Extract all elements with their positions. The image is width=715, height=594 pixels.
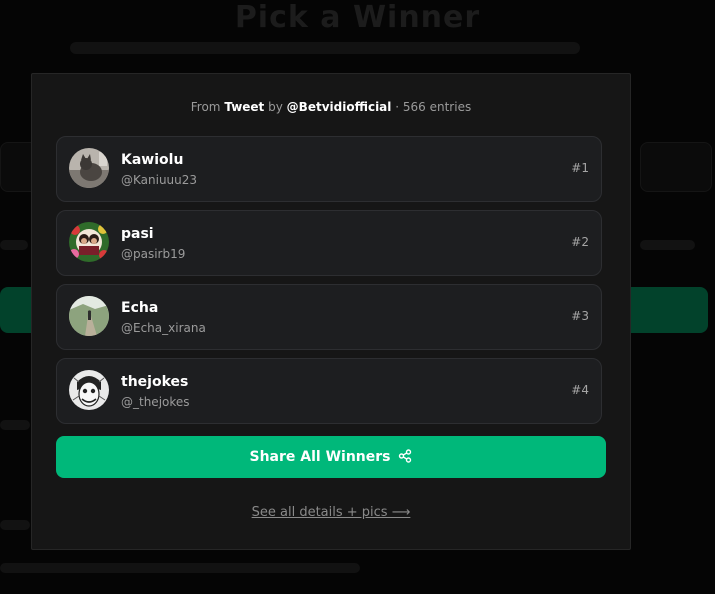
source-line: From Tweet by @Betvidiofficial · 566 ent…: [32, 100, 630, 114]
winner-rank: #1: [571, 161, 589, 175]
winner-rank: #3: [571, 309, 589, 323]
source-prefix: From: [190, 100, 221, 114]
winner-card[interactable]: thejokes @_thejokes #4: [56, 358, 602, 424]
background-line: [0, 420, 30, 430]
winner-card[interactable]: Kawiolu @Kaniuuu23 #1: [56, 136, 602, 202]
source-account: @Betvidiofficial: [286, 100, 392, 114]
background-line: [0, 563, 360, 573]
winner-handle: @Kaniuuu23: [121, 173, 198, 187]
winner-name: Echa: [121, 300, 159, 316]
winner-name: Kawiolu: [121, 152, 184, 168]
joker-sketch-icon: [69, 370, 109, 410]
couple-floral-photo-icon: [69, 222, 109, 262]
source-separator: ·: [395, 100, 400, 114]
landscape-photo-icon: [69, 296, 109, 336]
winner-rank: #2: [571, 235, 589, 249]
winner-card[interactable]: Echa @Echa_xirana #3: [56, 284, 602, 350]
winner-card[interactable]: pasi @pasirb19 #2: [56, 210, 602, 276]
source-by: by: [268, 100, 283, 114]
share-button-label: Share All Winners: [249, 449, 391, 465]
winner-name: thejokes: [121, 374, 189, 390]
cat-photo-icon: [69, 148, 109, 188]
winners-modal: From Tweet by @Betvidiofficial · 566 ent…: [31, 73, 631, 550]
see-all-details-link[interactable]: See all details + pics ⟶: [32, 505, 630, 520]
winner-name: pasi: [121, 226, 154, 242]
background-title: Pick a Winner: [234, 0, 481, 35]
share-all-winners-button[interactable]: Share All Winners: [56, 436, 606, 478]
background-card: [640, 142, 712, 192]
background-line: [640, 240, 695, 250]
winner-handle: @pasirb19: [121, 247, 186, 261]
source-platform: Tweet: [224, 100, 265, 114]
background-line: [0, 520, 30, 530]
winner-rank: #4: [571, 383, 589, 397]
winner-handle: @_thejokes: [121, 395, 190, 409]
background-line: [0, 240, 28, 250]
entries-count: 566 entries: [402, 100, 472, 114]
share-icon: [398, 448, 412, 466]
background-subtitle-placeholder: [70, 42, 580, 54]
winner-handle: @Echa_xirana: [121, 321, 206, 335]
